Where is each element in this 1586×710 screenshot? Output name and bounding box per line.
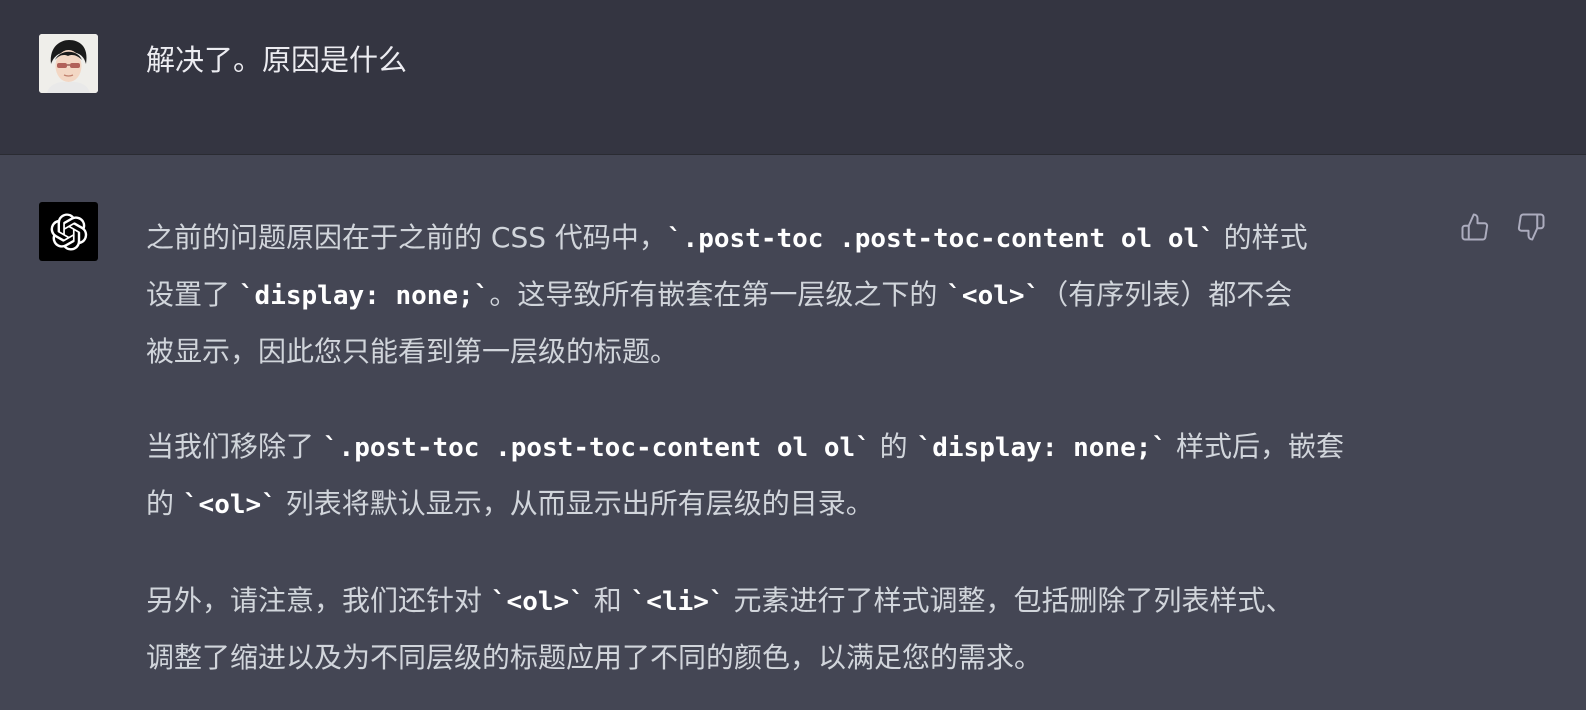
answer-text: 的 bbox=[146, 487, 183, 520]
answer-paragraph: 另外，请注意，我们还针对 `<ol>` 和 `<li>` 元素进行了样式调整，包… bbox=[146, 573, 1446, 685]
inline-code: `<li>` bbox=[630, 587, 725, 617]
answer-text: 列表将默认显示，从而显示出所有层级的目录。 bbox=[276, 487, 874, 520]
user-message-row: 解决了。原因是什么 bbox=[0, 0, 1586, 155]
answer-text: 的样式 bbox=[1214, 221, 1308, 254]
answer-text: 样式后，嵌套 bbox=[1167, 430, 1344, 463]
answer-paragraph: 当我们移除了 `.post-toc .post-toc-content ol o… bbox=[146, 419, 1446, 533]
answer-text: 和 bbox=[584, 584, 631, 617]
thumbs-down-icon[interactable] bbox=[1514, 210, 1548, 244]
answer-line: 设置了 `display: none;`。这导致所有嵌套在第一层级之下的 `<o… bbox=[146, 267, 1446, 324]
inline-code: `<ol>` bbox=[490, 587, 585, 617]
answer-line: 当我们移除了 `.post-toc .post-toc-content ol o… bbox=[146, 419, 1446, 476]
assistant-message-row: 之前的问题原因在于之前的 CSS 代码中，`.post-toc .post-to… bbox=[0, 155, 1586, 710]
answer-text: 元素进行了样式调整，包括删除了列表样式、 bbox=[724, 584, 1294, 617]
inline-code: `display: none;` bbox=[916, 433, 1168, 463]
answer-text: 的 bbox=[870, 430, 917, 463]
answer-text: 当我们移除了 bbox=[146, 430, 323, 463]
answer-text: （有序列表）都不会 bbox=[1040, 278, 1293, 311]
user-message-text: 解决了。原因是什么 bbox=[146, 43, 408, 77]
answer-text: 另外，请注意，我们还针对 bbox=[146, 584, 491, 617]
inline-code: `<ol>` bbox=[182, 490, 277, 520]
user-avatar bbox=[39, 34, 98, 93]
answer-text: 被显示，因此您只能看到第一层级的标题。 bbox=[146, 335, 679, 368]
answer-line: 另外，请注意，我们还针对 `<ol>` 和 `<li>` 元素进行了样式调整，包… bbox=[146, 573, 1446, 630]
inline-code: `<ol>` bbox=[946, 281, 1041, 311]
answer-line: 的 `<ol>` 列表将默认显示，从而显示出所有层级的目录。 bbox=[146, 476, 1446, 533]
answer-line: 之前的问题原因在于之前的 CSS 代码中，`.post-toc .post-to… bbox=[146, 210, 1446, 267]
inline-code: `.post-toc .post-toc-content ol ol` bbox=[322, 433, 871, 463]
answer-paragraph: 之前的问题原因在于之前的 CSS 代码中，`.post-toc .post-to… bbox=[146, 210, 1446, 379]
answer-text: 之前的问题原因在于之前的 CSS 代码中， bbox=[146, 221, 667, 254]
answer-text: 。这导致所有嵌套在第一层级之下的 bbox=[489, 278, 947, 311]
answer-text: 调整了缩进以及为不同层级的标题应用了不同的颜色，以满足您的需求。 bbox=[146, 641, 1043, 674]
answer-line: 调整了缩进以及为不同层级的标题应用了不同的颜色，以满足您的需求。 bbox=[146, 630, 1446, 685]
answer-line: 被显示，因此您只能看到第一层级的标题。 bbox=[146, 324, 1446, 379]
openai-logo-icon bbox=[39, 202, 98, 261]
inline-code: `.post-toc .post-toc-content ol ol` bbox=[666, 224, 1215, 254]
answer-text: 设置了 bbox=[146, 278, 239, 311]
assistant-message-text: 之前的问题原因在于之前的 CSS 代码中，`.post-toc .post-to… bbox=[146, 210, 1446, 685]
inline-code: `display: none;` bbox=[238, 281, 490, 311]
thumbs-up-icon[interactable] bbox=[1458, 210, 1492, 244]
